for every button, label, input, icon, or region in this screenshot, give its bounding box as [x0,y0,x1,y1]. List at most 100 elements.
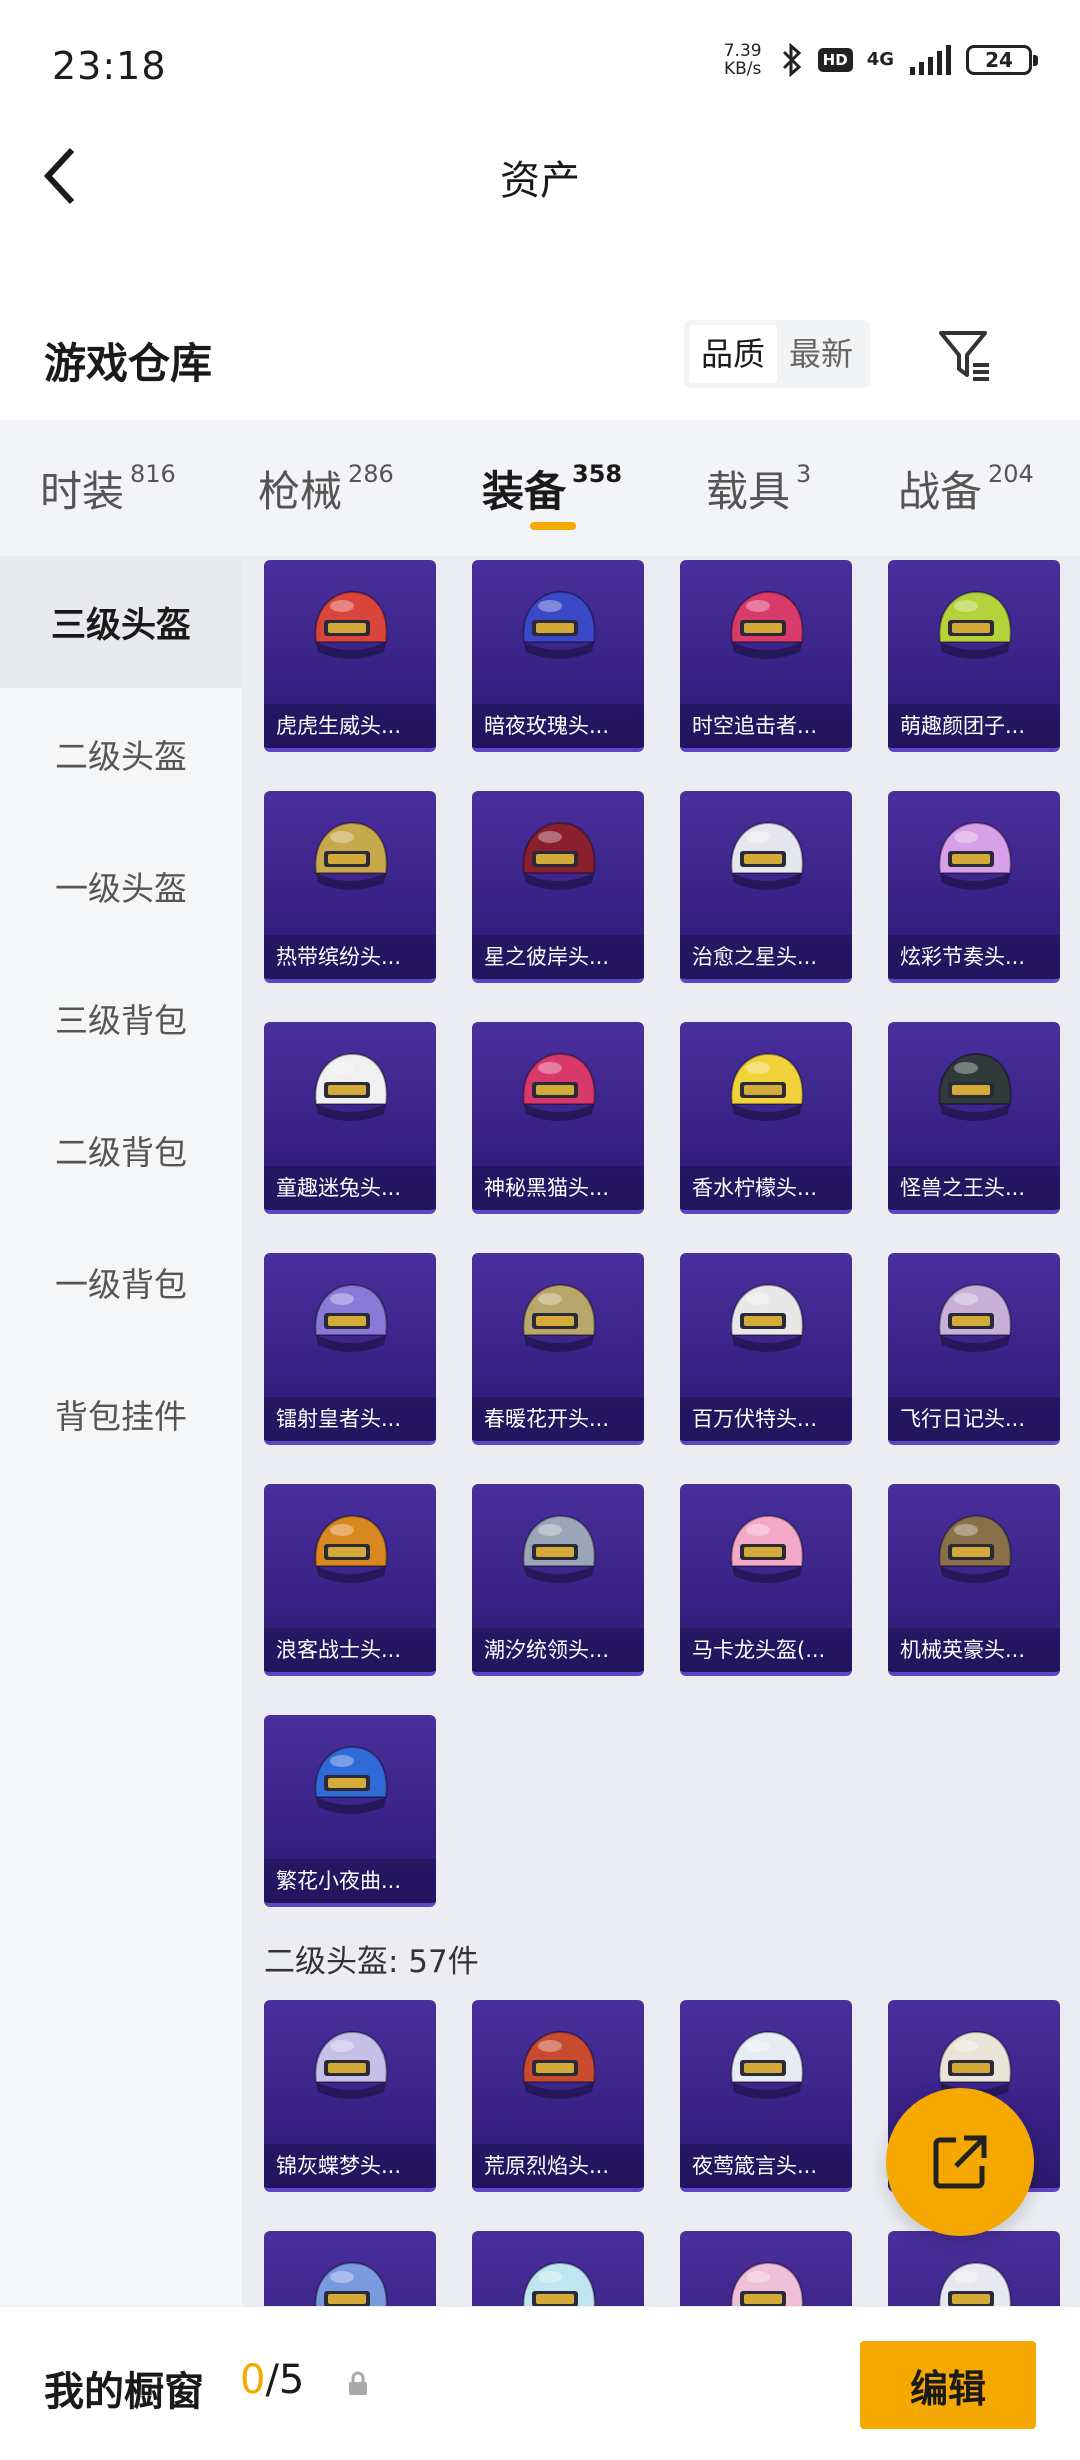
sidebar-item-level3-backpack[interactable]: 三级背包 [0,952,242,1084]
item-card[interactable]: 萌趣颜团子... [888,560,1060,752]
tab-count: 816 [130,460,176,488]
item-name: 马卡龙头盔(... [680,1628,852,1672]
item-card[interactable]: 夜莺箴言头... [680,2000,852,2192]
share-button[interactable] [886,2088,1034,2236]
item-card[interactable]: 潮汐统领头... [472,1484,644,1676]
item-card[interactable]: 虎虎生威头... [264,560,436,752]
helmet-image [306,1510,394,1594]
tab-count: 286 [348,460,394,488]
helmet-image [722,586,810,670]
helmet-image [306,1279,394,1363]
subcategory-sidebar: 三级头盔 二级头盔 一级头盔 三级背包 二级背包 一级背包 背包挂件 [0,556,242,2306]
status-time: 23:18 [52,44,167,88]
item-name: 夜莺箴言头... [680,2144,852,2188]
item-card[interactable]: 浪客战士头... [264,1484,436,1676]
item-card[interactable]: 时空追击者... [680,560,852,752]
lock-icon [346,2371,370,2401]
tab-count: 3 [796,460,812,488]
sidebar-item-level1-backpack[interactable]: 一级背包 [0,1216,242,1348]
tab-vehicles[interactable]: 载具 3 [706,458,811,519]
item-card[interactable] [888,2231,1060,2306]
showcase-total: /5 [265,2357,305,2403]
item-card[interactable]: 镭射皇者头... [264,1253,436,1445]
edit-button[interactable]: 编辑 [860,2341,1036,2429]
item-name: 锦灰蝶梦头... [264,2144,436,2188]
level3-helmet-grid: 虎虎生威头... 暗夜玫瑰头... 时空追击者... 萌趣颜团子... 热带缤纷头...… [264,560,1060,1907]
helmet-image [514,1510,602,1594]
helmet-image [722,1510,810,1594]
showcase-label: 我的橱窗 [44,2369,204,2415]
item-card[interactable]: 香水柠檬头... [680,1022,852,1214]
sidebar-item-level3-helmet[interactable]: 三级头盔 [0,556,242,688]
item-name: 神秘黑猫头... [472,1166,644,1210]
helmet-image [514,817,602,901]
item-card[interactable]: 锦灰蝶梦头... [264,2000,436,2192]
helmet-image [722,2026,810,2110]
sidebar-item-level1-helmet[interactable]: 一级头盔 [0,820,242,952]
tab-equipment[interactable]: 装备 358 [482,458,622,519]
item-card[interactable] [472,2231,644,2306]
active-tab-indicator [530,522,576,530]
item-name: 春暖花开头... [472,1397,644,1441]
tab-fashion[interactable]: 时装 816 [40,458,176,519]
tab-firearms[interactable]: 枪械 286 [258,458,394,519]
helmet-image [306,1048,394,1132]
helmet-image [930,817,1018,901]
item-card[interactable]: 机械英豪头... [888,1484,1060,1676]
item-card[interactable]: 炫彩节奏头... [888,791,1060,983]
filter-button[interactable] [930,320,1000,390]
item-card[interactable]: 荒原烈焰头... [472,2000,644,2192]
battery-indicator: 24 [966,45,1038,75]
tab-label: 载具 [706,467,791,516]
helmet-image [930,586,1018,670]
item-name: 治愈之星头... [680,935,852,979]
item-card[interactable] [264,2231,436,2306]
item-card[interactable]: 怪兽之王头... [888,1022,1060,1214]
sort-quality-button[interactable]: 品质 [689,325,778,383]
helmet-image [514,1279,602,1363]
sidebar-item-level2-helmet[interactable]: 二级头盔 [0,688,242,820]
item-card[interactable]: 神秘黑猫头... [472,1022,644,1214]
sidebar-item-level2-backpack[interactable]: 二级背包 [0,1084,242,1216]
sort-latest-button[interactable]: 最新 [777,325,865,383]
item-grid-panel: 虎虎生威头... 暗夜玫瑰头... 时空追击者... 萌趣颜团子... 热带缤纷头...… [242,556,1080,2306]
signal-icon [908,45,952,75]
level2-group-label: 二级头盔: 57件 [264,1944,479,1980]
item-name: 怪兽之王头... [888,1166,1060,1210]
helmet-image [930,1510,1018,1594]
item-card[interactable]: 暗夜玫瑰头... [472,560,644,752]
item-card[interactable]: 星之彼岸头... [472,791,644,983]
item-name: 时空追击者... [680,704,852,748]
showcase-count: 0/5 [240,2357,304,2403]
tab-supplies[interactable]: 战备 204 [898,458,1034,519]
helmet-image [930,1048,1018,1132]
item-card[interactable]: 马卡龙头盔(... [680,1484,852,1676]
helmet-image [306,586,394,670]
external-link-icon [933,2135,987,2189]
network-type: 4G [866,49,894,70]
helmet-image [306,1741,394,1825]
item-card[interactable]: 百万伏特头... [680,1253,852,1445]
item-card[interactable]: 春暖花开头... [472,1253,644,1445]
helmet-image [514,2026,602,2110]
item-card[interactable]: 童趣迷兔头... [264,1022,436,1214]
showcase-current: 0 [240,2357,266,2403]
item-card[interactable]: 飞行日记头... [888,1253,1060,1445]
item-card[interactable] [680,2231,852,2306]
tab-label: 枪械 [258,467,343,516]
item-card[interactable]: 治愈之星头... [680,791,852,983]
tab-count: 358 [572,460,623,488]
category-tabs: 时装 816 枪械 286 装备 358 载具 3 战备 204 [0,420,1080,556]
item-name: 浪客战士头... [264,1628,436,1672]
item-card[interactable]: 繁花小夜曲... [264,1715,436,1907]
helmet-image [930,2257,1018,2306]
filter-icon [939,331,989,381]
item-name: 飞行日记头... [888,1397,1060,1441]
net-speed-value: 7.39 [723,41,762,61]
nav-bar: 资产 [0,130,1080,220]
sidebar-item-backpack-charm[interactable]: 背包挂件 [0,1348,242,1480]
item-name: 荒原烈焰头... [472,2144,644,2188]
item-name: 热带缤纷头... [264,935,436,979]
item-card[interactable]: 热带缤纷头... [264,791,436,983]
helmet-image [514,586,602,670]
